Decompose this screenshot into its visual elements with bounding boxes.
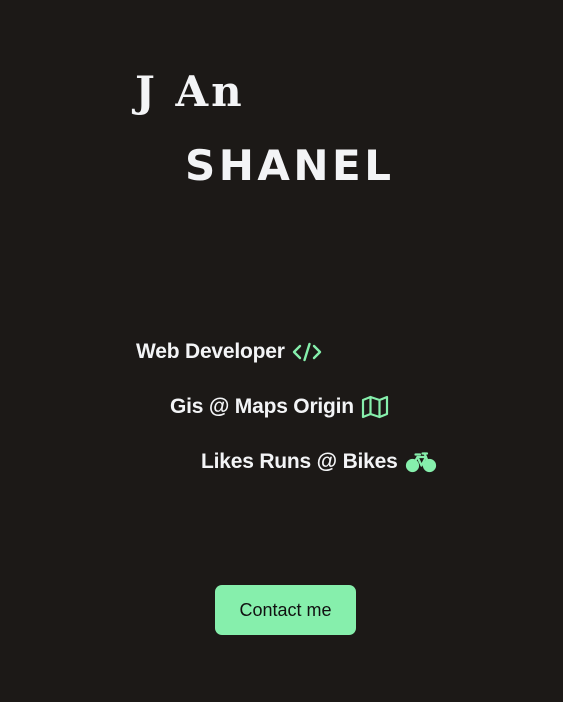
map-icon [361,395,389,419]
role-label: Web Developer [136,340,285,363]
code-icon [292,341,322,363]
name-last: SHANEL [185,141,395,190]
contact-me-button[interactable]: Contact me [215,585,356,635]
role-gis-maps: Gis @ Maps Origin [170,393,389,421]
name-first: J An [135,67,245,116]
role-runs-bikes: Likes Runs @ Bikes [201,448,437,476]
role-label: Gis @ Maps Origin [170,395,354,418]
role-web-developer: Web Developer [136,338,322,366]
bicycle-icon [405,451,437,473]
role-label: Likes Runs @ Bikes [201,450,398,473]
